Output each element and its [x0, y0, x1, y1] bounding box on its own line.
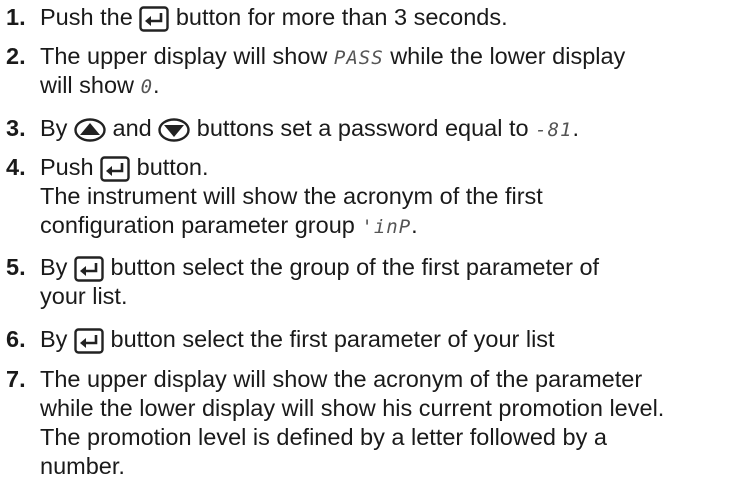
instruction-list: 1. Push the button for more than 3 secon…	[0, 0, 729, 498]
step-text: The instrument will show the acronym of …	[40, 183, 543, 209]
step-text: By	[40, 326, 68, 352]
display-code-password: -81	[535, 119, 573, 141]
display-code-pass: PASS	[333, 47, 384, 69]
step-text: while the lower display	[390, 43, 626, 69]
step-text: while the lower display will show his cu…	[40, 395, 665, 421]
step-text: button for more than 3 seconds.	[175, 4, 508, 30]
enter-button-icon	[139, 6, 169, 32]
step-text: Push the	[40, 4, 133, 30]
step-number: 1.	[6, 4, 26, 30]
display-code-zero: 0	[140, 76, 154, 98]
step-text: and	[112, 115, 152, 141]
step-text: .	[411, 212, 418, 238]
step-text: your list.	[40, 283, 128, 309]
enter-button-icon	[74, 256, 104, 282]
step-number: 3.	[6, 115, 26, 141]
step-text: configuration parameter group	[40, 212, 355, 238]
step-number: 5.	[6, 254, 26, 280]
step-text: By	[40, 115, 68, 141]
step-text: button.	[136, 154, 209, 180]
step-number: 6.	[6, 326, 26, 352]
step-text: The upper display will show	[40, 43, 328, 69]
enter-button-icon	[74, 328, 104, 354]
step-text: The promotion level is defined by a lett…	[40, 424, 607, 450]
display-code-group: 'inP	[361, 216, 412, 238]
step-text: number.	[40, 453, 125, 479]
up-arrow-button-icon	[74, 118, 106, 142]
step-text: .	[572, 115, 579, 141]
step-text: By	[40, 254, 68, 280]
step-text: Push	[40, 154, 94, 180]
down-arrow-button-icon	[158, 118, 190, 142]
step-number: 2.	[6, 43, 26, 69]
step-text: buttons set a password equal to	[196, 115, 529, 141]
step-text: .	[153, 72, 160, 98]
step-text: The upper display will show the acronym …	[40, 366, 643, 392]
enter-button-icon	[100, 156, 130, 182]
step-text: button select the first parameter of you…	[110, 326, 555, 352]
step-number: 7.	[6, 366, 26, 392]
step-text: button select the group of the first par…	[110, 254, 600, 280]
step-text: will show	[40, 72, 135, 98]
step-number: 4.	[6, 154, 26, 180]
